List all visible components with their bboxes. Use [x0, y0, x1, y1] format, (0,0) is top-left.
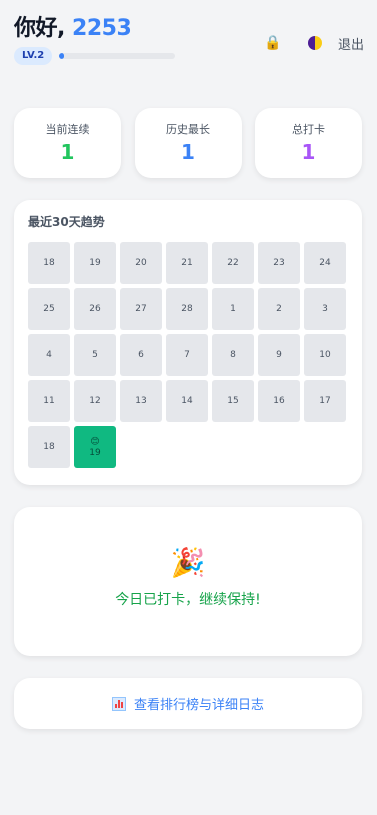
user-id: 2253	[72, 16, 132, 41]
day-number: 17	[319, 396, 331, 406]
day-cell: 3	[304, 288, 346, 330]
day-number: 10	[319, 350, 331, 360]
day-cell: 14	[166, 380, 208, 422]
day-cell: 26	[74, 288, 116, 330]
lock-icon[interactable]: 🔒	[262, 32, 284, 54]
stat-value: 1	[181, 140, 195, 164]
day-cell: 1	[212, 288, 254, 330]
bar-chart-icon	[111, 696, 126, 711]
day-number: 24	[319, 258, 331, 268]
greeting-prefix: 你好,	[14, 16, 65, 41]
day-cell: 5	[74, 334, 116, 376]
day-number: 18	[43, 258, 55, 268]
day-number: 12	[89, 396, 101, 406]
day-cell: 18	[28, 242, 70, 284]
day-number: 28	[181, 304, 193, 314]
day-number: 27	[135, 304, 147, 314]
day-number: 16	[273, 396, 285, 406]
theme-toggle-button[interactable]	[304, 32, 326, 54]
stat-total-checkins: 总打卡 1	[255, 108, 362, 178]
leaderboard-link-button[interactable]: 查看排行榜与详细日志	[14, 678, 362, 729]
day-cell: 9	[258, 334, 300, 376]
day-number: 7	[184, 350, 190, 360]
day-number: 21	[181, 258, 193, 268]
stat-label: 总打卡	[292, 123, 325, 136]
day-cell: 18	[28, 426, 70, 468]
day-number: 23	[273, 258, 285, 268]
day-cell: 16	[258, 380, 300, 422]
day-number: 26	[89, 304, 101, 314]
header: 你好, 2253 LV.2 🔒 退出	[14, 14, 364, 74]
day-cell: 7	[166, 334, 208, 376]
stat-value: 1	[60, 140, 75, 164]
stat-label: 当前连续	[45, 123, 90, 136]
day-number: 8	[230, 350, 236, 360]
stat-value: 1	[301, 140, 316, 164]
stat-longest-streak: 历史最长 1	[134, 108, 242, 178]
day-cell: 6	[120, 334, 162, 376]
day-number: 13	[135, 396, 147, 406]
day-number: 4	[46, 350, 52, 360]
day-cell: 22	[212, 242, 254, 284]
day-cell: 13	[120, 380, 162, 422]
party-icon: 🎉	[170, 546, 206, 579]
leaderboard-link-label: 查看排行榜与详细日志	[133, 698, 264, 713]
day-cell: 4	[28, 334, 70, 376]
day-number: 19	[89, 258, 101, 268]
day-number: 9	[276, 350, 282, 360]
day-number: 18	[43, 442, 55, 452]
day-number: 14	[181, 396, 193, 406]
day-cell: 28	[166, 288, 208, 330]
stat-current-streak: 当前连续 1	[14, 108, 121, 178]
level-badge: LV.2	[14, 47, 53, 65]
day-number: 3	[322, 304, 328, 314]
smile-icon: 😊	[90, 436, 100, 447]
day-cell: 15	[212, 380, 254, 422]
day-number: 25	[43, 304, 55, 314]
day-number: 1	[230, 304, 236, 314]
day-number: 5	[92, 350, 98, 360]
day-number: 15	[227, 396, 239, 406]
day-cell: 23	[258, 242, 300, 284]
day-cell: 27	[120, 288, 162, 330]
day-number: 11	[43, 396, 55, 406]
level-progress-fill	[59, 53, 64, 59]
trend-title: 最近30天趋势	[28, 215, 105, 229]
day-number: 20	[135, 258, 147, 268]
day-cell: 8	[212, 334, 254, 376]
day-cell: 2	[258, 288, 300, 330]
trend-card: 最近30天趋势 18 19 20 21 22 23 24 25 26 27 28 1 2 3 4 5 6 7 8 9 1…	[14, 200, 362, 485]
moon-icon	[307, 36, 322, 50]
checkin-status-card: 🎉 今日已打卡，继续保持!	[14, 507, 362, 656]
day-number: 22	[227, 258, 239, 268]
day-cell: 10	[304, 334, 346, 376]
day-cell: 19	[74, 242, 116, 284]
day-number: 19	[89, 447, 101, 458]
logout-button[interactable]: 退出	[338, 34, 364, 53]
checkin-status-text: 今日已打卡，继续保持!	[115, 592, 261, 608]
day-cell: 17	[304, 380, 346, 422]
day-number: 2	[276, 304, 282, 314]
level-progress-bar	[59, 53, 176, 59]
day-cell: 20	[120, 242, 162, 284]
day-cell: 21	[166, 242, 208, 284]
stat-label: 历史最长	[166, 123, 210, 136]
day-cell: 12	[74, 380, 116, 422]
trend-grid: 18 19 20 21 22 23 24 25 26 27 28 1 2 3 4 5 6 7 8 9 10 11 12 13 1…	[28, 242, 348, 468]
stats-row: 当前连续 1 历史最长 1 总打卡 1	[14, 108, 362, 178]
day-cell: 25	[28, 288, 70, 330]
header-actions: 🔒 退出	[262, 32, 364, 54]
day-cell: 24	[304, 242, 346, 284]
day-cell: 😊 19	[74, 426, 116, 468]
day-number: 6	[138, 350, 144, 360]
day-cell: 11	[28, 380, 70, 422]
